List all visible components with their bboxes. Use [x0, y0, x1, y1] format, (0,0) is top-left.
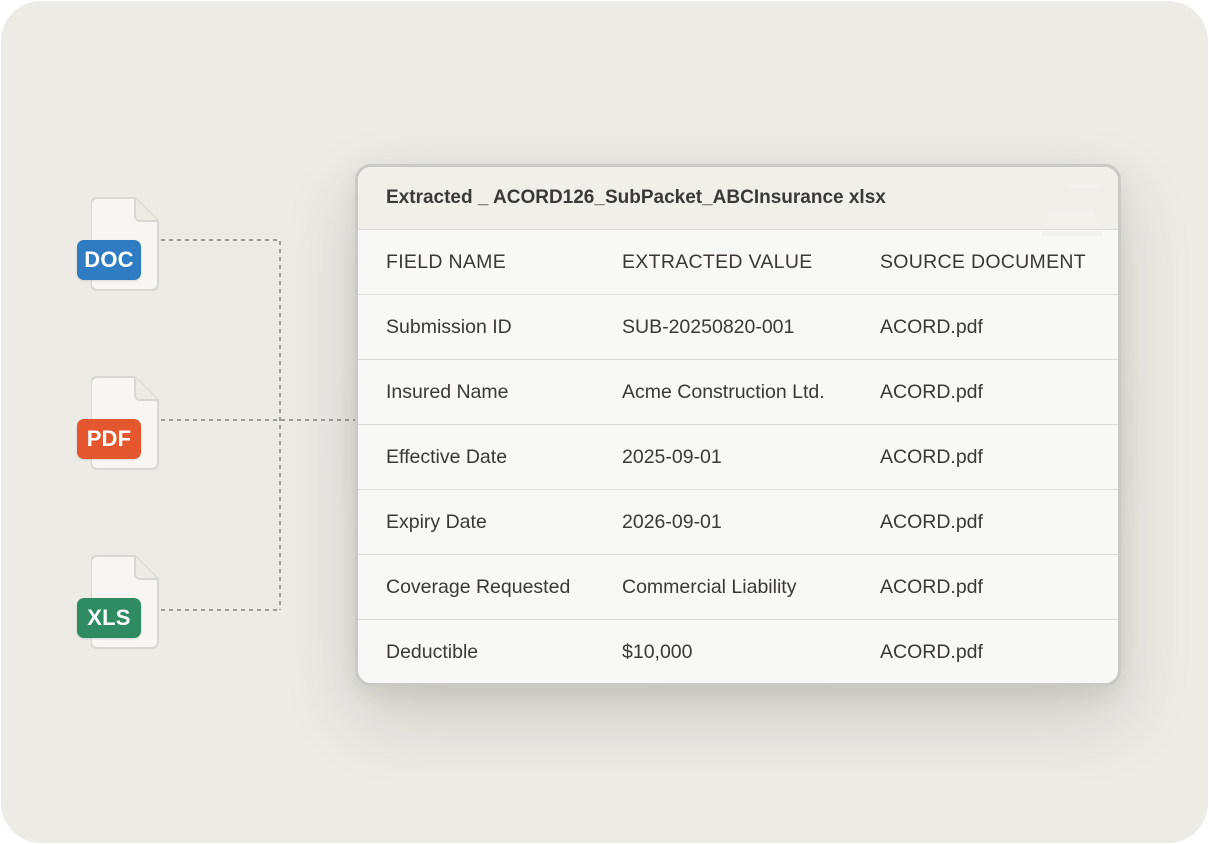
- extracted-value-cell: $10,000: [622, 641, 693, 663]
- table-row[interactable]: Effective Date 2025-09-01 ACORD.pdf: [358, 425, 1118, 490]
- table-row[interactable]: Insured Name Acme Construction Ltd. ACOR…: [358, 360, 1118, 425]
- decorative-artifact: [1048, 211, 1094, 217]
- table-title: Extracted _ ACORD126_SubPacket_ABCInsura…: [358, 167, 1118, 230]
- field-name-cell: Coverage Requested: [386, 576, 571, 598]
- table-row[interactable]: Deductible $10,000 ACORD.pdf: [358, 620, 1118, 683]
- xls-badge: XLS: [77, 598, 141, 638]
- source-document-cell: ACORD.pdf: [880, 641, 983, 663]
- extracted-value-cell: Commercial Liability: [622, 576, 797, 598]
- illustration-canvas: DOC PDF XLS Extracted _ ACORD126_SubPack…: [1, 1, 1208, 843]
- connector-doc: [161, 239, 281, 610]
- column-header-source-document: SOURCE DOCUMENT: [880, 251, 1087, 273]
- pdf-file-icon[interactable]: PDF: [77, 376, 159, 470]
- table-row[interactable]: Expiry Date 2026-09-01 ACORD.pdf: [358, 490, 1118, 555]
- doc-file-icon[interactable]: DOC: [77, 197, 159, 291]
- column-header-extracted-value: EXTRACTED VALUE: [622, 251, 813, 273]
- source-document-cell: ACORD.pdf: [880, 511, 983, 533]
- field-name-cell: Expiry Date: [386, 511, 487, 533]
- table-row[interactable]: Coverage Requested Commercial Liability …: [358, 555, 1118, 620]
- extracted-table-card: Extracted _ ACORD126_SubPacket_ABCInsura…: [355, 164, 1121, 686]
- source-document-cell: ACORD.pdf: [880, 446, 983, 468]
- extracted-value-cell: SUB-20250820-001: [622, 316, 795, 338]
- extracted-value-cell: 2025-09-01: [622, 446, 722, 468]
- extracted-value-cell: 2026-09-01: [622, 511, 722, 533]
- source-document-cell: ACORD.pdf: [880, 576, 983, 598]
- pdf-badge: PDF: [77, 419, 141, 459]
- source-document-cell: ACORD.pdf: [880, 381, 983, 403]
- decorative-artifact: [1070, 185, 1098, 189]
- decorative-artifact: [1042, 231, 1102, 236]
- column-header-field-name: FIELD NAME: [386, 251, 507, 273]
- doc-badge: DOC: [77, 240, 141, 280]
- field-name-cell: Deductible: [386, 641, 479, 663]
- table-row[interactable]: Submission ID SUB-20250820-001 ACORD.pdf: [358, 295, 1118, 360]
- xls-file-icon[interactable]: XLS: [77, 555, 159, 649]
- table-header-row: FIELD NAME EXTRACTED VALUE SOURCE DOCUME…: [358, 230, 1118, 295]
- extracted-value-cell: Acme Construction Ltd.: [622, 381, 825, 403]
- field-name-cell: Insured Name: [386, 381, 509, 403]
- field-name-cell: Submission ID: [386, 316, 512, 338]
- source-document-cell: ACORD.pdf: [880, 316, 983, 338]
- field-name-cell: Effective Date: [386, 446, 508, 468]
